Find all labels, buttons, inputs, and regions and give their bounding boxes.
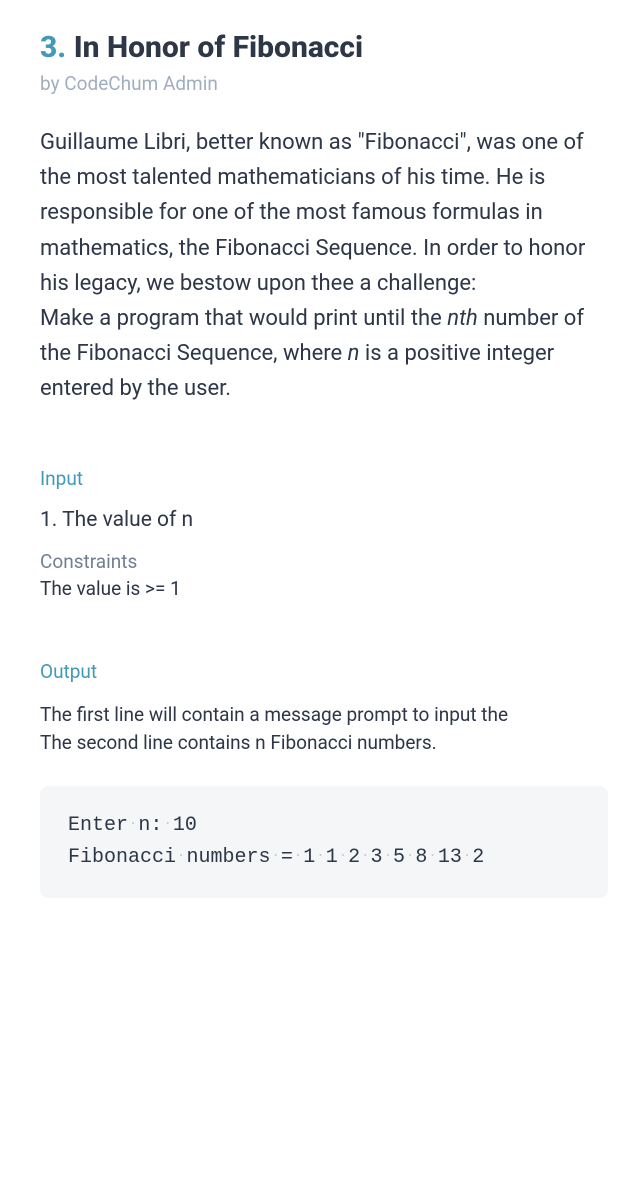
code-token: 8 <box>415 846 427 869</box>
problem-description: Guillaume Libri, better known as "Fibona… <box>40 125 608 407</box>
code-line-1: Enter·n:·10 <box>68 810 580 842</box>
space-dot-icon: · <box>270 848 280 864</box>
space-dot-icon: · <box>405 848 415 864</box>
space-dot-icon: · <box>128 816 138 832</box>
space-dot-icon: · <box>338 848 348 864</box>
code-token: 1 <box>303 846 315 869</box>
description-n: n <box>348 341 360 366</box>
code-token: 1 <box>326 846 338 869</box>
code-token: 13 <box>438 846 462 869</box>
code-token: Fibonacci <box>68 846 176 869</box>
byline: by CodeChum Admin <box>40 72 608 95</box>
output-section-label: Output <box>40 660 608 683</box>
space-dot-icon: · <box>360 848 370 864</box>
space-dot-icon: · <box>176 848 186 864</box>
code-token: = <box>281 846 293 869</box>
input-item: 1. The value of n <box>40 508 608 532</box>
space-dot-icon: · <box>383 848 393 864</box>
space-dot-icon: · <box>462 848 472 864</box>
description-nth: nth <box>447 306 478 331</box>
code-token: numbers <box>186 846 270 869</box>
problem-title-text: In Honor of Fibonacci <box>74 30 363 65</box>
output-description: The first line will contain a message pr… <box>40 701 608 758</box>
code-token: 3 <box>371 846 383 869</box>
space-dot-icon: · <box>427 848 437 864</box>
description-text-1: Guillaume Libri, better known as "Fibona… <box>40 130 585 296</box>
output-line1: The first line will contain a message pr… <box>40 703 508 726</box>
problem-number: 3. <box>40 30 66 65</box>
code-token: 5 <box>393 846 405 869</box>
code-token: 2 <box>348 846 360 869</box>
output-line2: The second line contains n Fibonacci num… <box>40 731 437 754</box>
code-token: n: <box>138 814 162 837</box>
code-line-2: Fibonacci·numbers·=·1·1·2·3·5·8·13·2 <box>68 842 580 874</box>
code-token: 2 <box>472 846 484 869</box>
constraints-text: The value is >= 1 <box>40 577 608 600</box>
space-dot-icon: · <box>315 848 325 864</box>
description-text-2a: Make a program that would print until th… <box>40 306 447 331</box>
code-token: 10 <box>173 814 197 837</box>
space-dot-icon: · <box>162 816 172 832</box>
input-section-label: Input <box>40 467 608 490</box>
constraints-label: Constraints <box>40 550 608 573</box>
problem-title: 3. In Honor of Fibonacci <box>40 30 608 66</box>
sample-output-code: Enter·n:·10 Fibonacci·numbers·=·1·1·2·3·… <box>40 786 608 898</box>
code-token: Enter <box>68 814 128 837</box>
space-dot-icon: · <box>293 848 303 864</box>
